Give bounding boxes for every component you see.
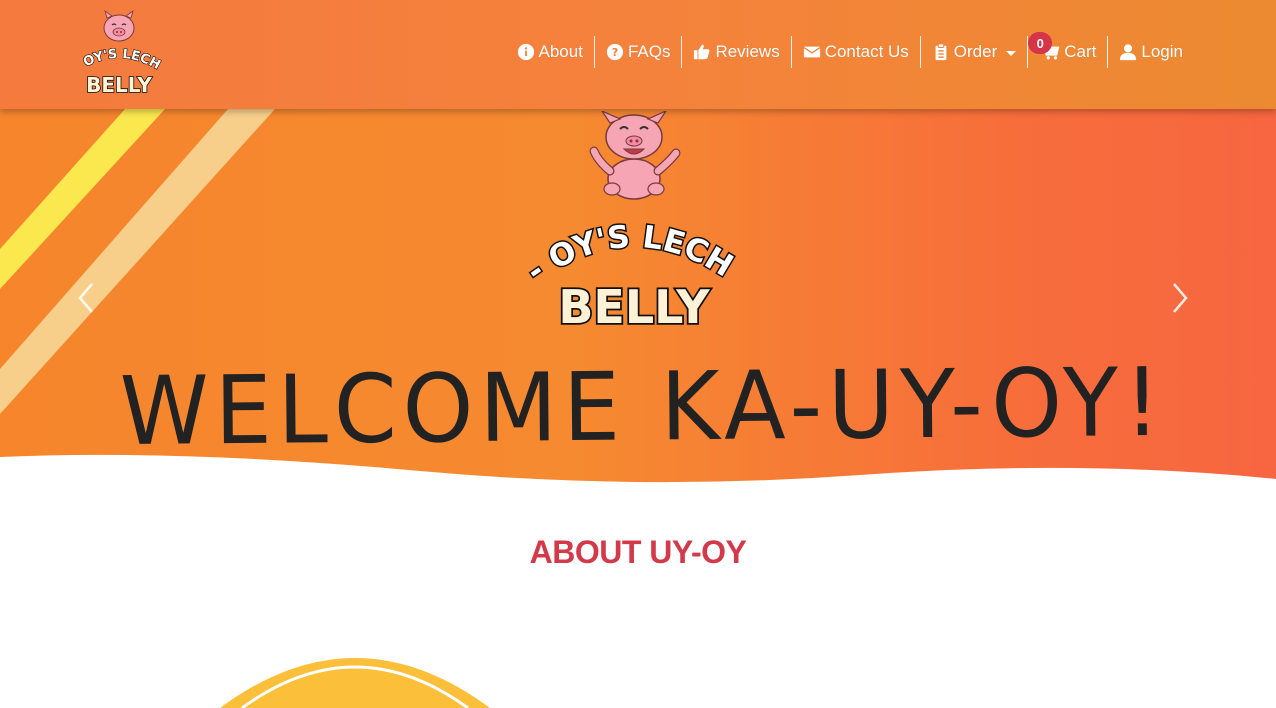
info-circle-icon	[517, 43, 535, 61]
nav-faqs-label: FAQs	[627, 42, 671, 61]
nav-contact[interactable]: Contact Us	[790, 36, 920, 68]
hero-wave-divider	[0, 454, 1276, 489]
question-circle-icon: ?	[606, 43, 624, 61]
cart-count-badge: 0	[1028, 32, 1053, 54]
thumbs-up-icon	[693, 43, 711, 61]
nav-cart-label: Cart	[1064, 42, 1097, 61]
brand-logo-line2: BELLY	[86, 73, 152, 97]
pig-mascot-icon	[103, 10, 135, 42]
brand-logo[interactable]: UY- OY'S LECHON BELLY	[68, 0, 164, 100]
nav-order-label: Order	[953, 42, 998, 61]
carousel-next-button[interactable]	[1168, 281, 1192, 315]
chevron-down-icon	[1006, 50, 1017, 56]
nav-login[interactable]: Login	[1107, 36, 1194, 68]
nav-contact-label: Contact Us	[824, 42, 909, 61]
nav-login-label: Login	[1141, 42, 1183, 61]
chevron-right-icon	[1173, 283, 1188, 313]
envelope-icon	[803, 43, 821, 61]
clipboard-list-icon	[932, 43, 950, 61]
hero-logo: UY- OY'S LECHON BELLY	[513, 109, 740, 336]
nav-order-dropdown[interactable]: Order	[919, 36, 1027, 68]
chevron-left-icon	[78, 283, 93, 313]
nav-cart[interactable]: 0 Cart	[1027, 32, 1107, 68]
nav-about[interactable]: About	[506, 36, 594, 68]
about-plate-image	[220, 658, 490, 708]
hero-carousel: UY- OY'S LECHON BELLY WELCOME KA-UY-OY!	[0, 109, 1276, 489]
nav-reviews-label: Reviews	[715, 42, 780, 61]
hero-logo-line2: BELLY	[558, 280, 710, 334]
main-nav: About ? FAQs Reviews Contact Us Order 0 …	[506, 32, 1195, 68]
navbar: UY- OY'S LECHON BELLY About ? FAQs Revie…	[0, 0, 1276, 109]
nav-reviews[interactable]: Reviews	[681, 36, 790, 68]
nav-faqs[interactable]: ? FAQs	[593, 36, 682, 68]
pig-mascot-icon	[589, 109, 681, 200]
user-icon	[1119, 43, 1137, 61]
about-title: ABOUT UY-OY	[529, 534, 747, 570]
nav-about-label: About	[538, 42, 583, 61]
svg-text:?: ?	[612, 46, 618, 59]
carousel-prev-button[interactable]	[74, 281, 98, 315]
